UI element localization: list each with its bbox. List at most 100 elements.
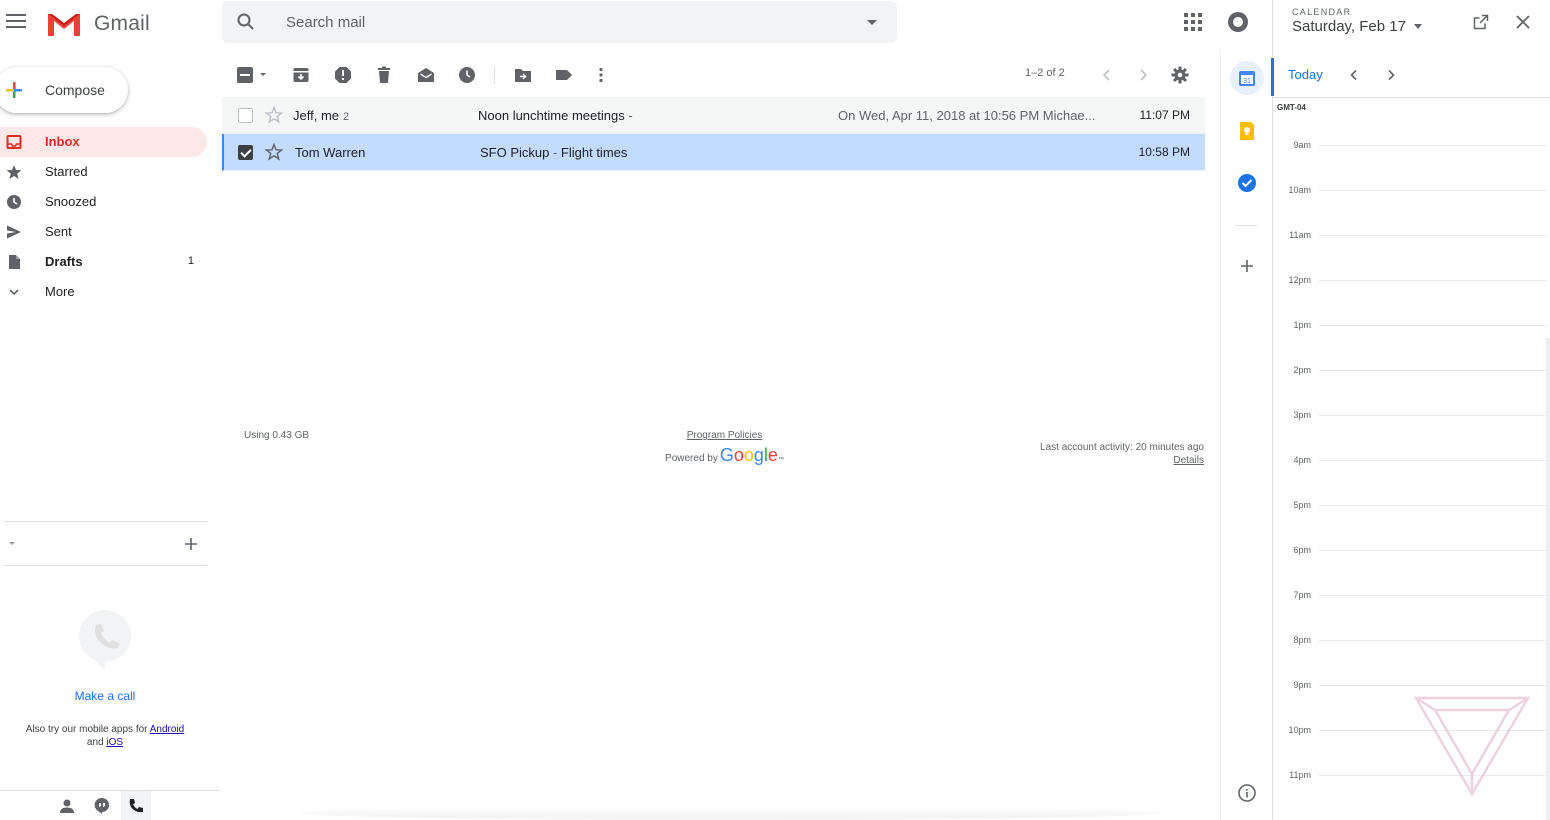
search-bar[interactable] bbox=[222, 1, 897, 43]
archive-icon[interactable] bbox=[292, 66, 310, 84]
star-outline-icon[interactable] bbox=[265, 143, 283, 161]
report-spam-icon[interactable] bbox=[334, 66, 352, 84]
calendar-hour-row[interactable]: 12pm bbox=[1273, 275, 1550, 325]
sidebar-item-sent[interactable]: Sent bbox=[0, 217, 207, 247]
hour-gridline bbox=[1319, 685, 1547, 686]
hour-label: 8pm bbox=[1293, 635, 1311, 645]
next-day-icon[interactable] bbox=[1384, 68, 1398, 82]
main-menu-icon[interactable] bbox=[6, 14, 26, 30]
search-options-icon[interactable] bbox=[867, 20, 877, 25]
calendar-hour-row[interactable]: 6pm bbox=[1273, 545, 1550, 595]
sidebar-item-snoozed[interactable]: Snoozed bbox=[0, 187, 207, 217]
sidebar-item-drafts[interactable]: Drafts 1 bbox=[0, 247, 207, 277]
hour-label: 1pm bbox=[1293, 320, 1311, 330]
search-input[interactable] bbox=[286, 9, 846, 35]
contacts-person-icon[interactable] bbox=[58, 797, 76, 815]
pagination-count: 1–2 of 2 bbox=[1025, 67, 1065, 79]
sidebar-item-label: Drafts bbox=[45, 254, 83, 269]
calendar-hour-row[interactable]: 9am bbox=[1273, 140, 1550, 190]
gmail-m-icon bbox=[48, 14, 80, 36]
star-outline-icon[interactable] bbox=[265, 106, 283, 124]
powered-by-label: Powered by bbox=[665, 453, 718, 464]
info-icon[interactable] bbox=[1237, 783, 1257, 803]
ios-link[interactable]: iOS bbox=[106, 737, 123, 748]
calendar-hour-row[interactable]: 2pm bbox=[1273, 365, 1550, 415]
label-icon[interactable] bbox=[555, 66, 573, 84]
sidebar-item-starred[interactable]: Starred bbox=[0, 157, 207, 187]
make-a-call-link[interactable]: Make a call bbox=[0, 689, 210, 703]
hangouts-chat-icon[interactable] bbox=[93, 797, 111, 815]
calendar-hour-row[interactable]: 10am bbox=[1273, 185, 1550, 235]
hour-label: 7pm bbox=[1293, 590, 1311, 600]
sidebar-nav: Inbox Starred Snoozed Sent Drafts 1 More bbox=[0, 127, 207, 307]
calendar-hour-row[interactable]: 11am bbox=[1273, 230, 1550, 280]
android-link[interactable]: Android bbox=[150, 724, 184, 735]
tab-phone[interactable] bbox=[121, 791, 151, 820]
timezone-label: GMT-04 bbox=[1277, 103, 1306, 112]
compose-button[interactable]: Compose bbox=[0, 67, 128, 113]
get-addons-plus-icon[interactable] bbox=[1237, 256, 1257, 276]
calendar-hour-row[interactable]: 4pm bbox=[1273, 455, 1550, 505]
activity-details-link[interactable]: Details bbox=[1173, 455, 1204, 466]
email-checkbox[interactable] bbox=[238, 108, 253, 123]
tasks-icon[interactable] bbox=[1237, 173, 1257, 193]
today-button[interactable]: Today bbox=[1288, 67, 1323, 82]
google-apps-icon[interactable] bbox=[1184, 13, 1202, 31]
sidebar-item-inbox[interactable]: Inbox bbox=[0, 127, 207, 157]
sidebar-item-label: More bbox=[45, 284, 75, 299]
hour-label: 6pm bbox=[1293, 545, 1311, 555]
mobile-apps-text: Also try our mobile apps for bbox=[25, 724, 148, 735]
open-in-new-icon[interactable] bbox=[1473, 14, 1489, 30]
move-to-icon[interactable] bbox=[514, 66, 532, 84]
hour-gridline bbox=[1319, 415, 1547, 416]
email-row[interactable]: Tom Warren SFO Pickup - Flight times 10:… bbox=[222, 134, 1205, 171]
hour-label: 9am bbox=[1293, 140, 1311, 150]
add-contact-plus-icon[interactable] bbox=[184, 537, 198, 551]
mail-toolbar: 1–2 of 2 bbox=[222, 56, 1205, 94]
hour-label: 11am bbox=[1289, 230, 1311, 240]
program-policies-link[interactable]: Program Policies bbox=[663, 430, 786, 441]
next-page-icon[interactable] bbox=[1134, 66, 1152, 84]
email-row[interactable]: Jeff, me 2 Noon lunchtime meetings - On W… bbox=[222, 97, 1205, 134]
settings-icon[interactable] bbox=[1171, 66, 1189, 84]
mark-read-icon[interactable] bbox=[417, 66, 435, 84]
calendar-hour-row[interactable]: 8pm bbox=[1273, 635, 1550, 685]
hour-gridline bbox=[1319, 505, 1547, 506]
calendar-date-selector[interactable]: Saturday, Feb 17 bbox=[1292, 18, 1422, 35]
calendar-hour-row[interactable]: 1pm bbox=[1273, 320, 1550, 370]
hour-label: 5pm bbox=[1293, 500, 1311, 510]
calendar-hour-row[interactable]: 7pm bbox=[1273, 590, 1550, 640]
hour-gridline bbox=[1319, 325, 1547, 326]
previous-day-icon[interactable] bbox=[1347, 68, 1361, 82]
draft-icon bbox=[9, 255, 20, 269]
keep-icon[interactable] bbox=[1237, 121, 1257, 141]
close-icon[interactable] bbox=[1515, 14, 1531, 30]
powered-by-google: Powered by Google ™ bbox=[665, 445, 784, 465]
hour-gridline bbox=[1319, 460, 1547, 461]
sidebar-item-count: 1 bbox=[187, 255, 194, 267]
prev-page-icon[interactable] bbox=[1098, 66, 1116, 84]
email-checkbox[interactable] bbox=[238, 145, 253, 160]
delete-icon[interactable] bbox=[375, 66, 393, 84]
hour-gridline bbox=[1319, 145, 1547, 146]
calendar-hour-row[interactable]: 5pm bbox=[1273, 500, 1550, 550]
calendar-hour-row[interactable]: 3pm bbox=[1273, 410, 1550, 460]
hour-label: 3pm bbox=[1293, 410, 1311, 420]
hangouts-collapse-icon[interactable] bbox=[9, 542, 15, 545]
calendar-icon: 31 bbox=[1239, 71, 1255, 86]
snooze-icon[interactable] bbox=[458, 66, 476, 84]
calendar-scrollbar[interactable] bbox=[1546, 338, 1550, 820]
search-icon[interactable] bbox=[236, 12, 256, 32]
sidebar-item-more[interactable]: More bbox=[0, 277, 207, 307]
hour-label: 12pm bbox=[1288, 275, 1311, 285]
select-all-icon[interactable] bbox=[236, 66, 270, 84]
account-activity: Last account activity: 20 minutes ago De… bbox=[1040, 441, 1204, 467]
calendar-panel: CALENDAR Saturday, Feb 17 Today GMT-04 9… bbox=[1271, 0, 1550, 820]
account-avatar-icon[interactable] bbox=[1228, 12, 1248, 32]
sidebar-divider bbox=[4, 565, 207, 566]
gmail-wordmark: Gmail bbox=[94, 12, 150, 35]
calendar-addon-button[interactable]: 31 bbox=[1230, 61, 1264, 95]
hour-label: 2pm bbox=[1293, 365, 1311, 375]
more-vert-icon[interactable] bbox=[592, 66, 610, 84]
gmail-logo[interactable]: Gmail bbox=[46, 10, 150, 38]
